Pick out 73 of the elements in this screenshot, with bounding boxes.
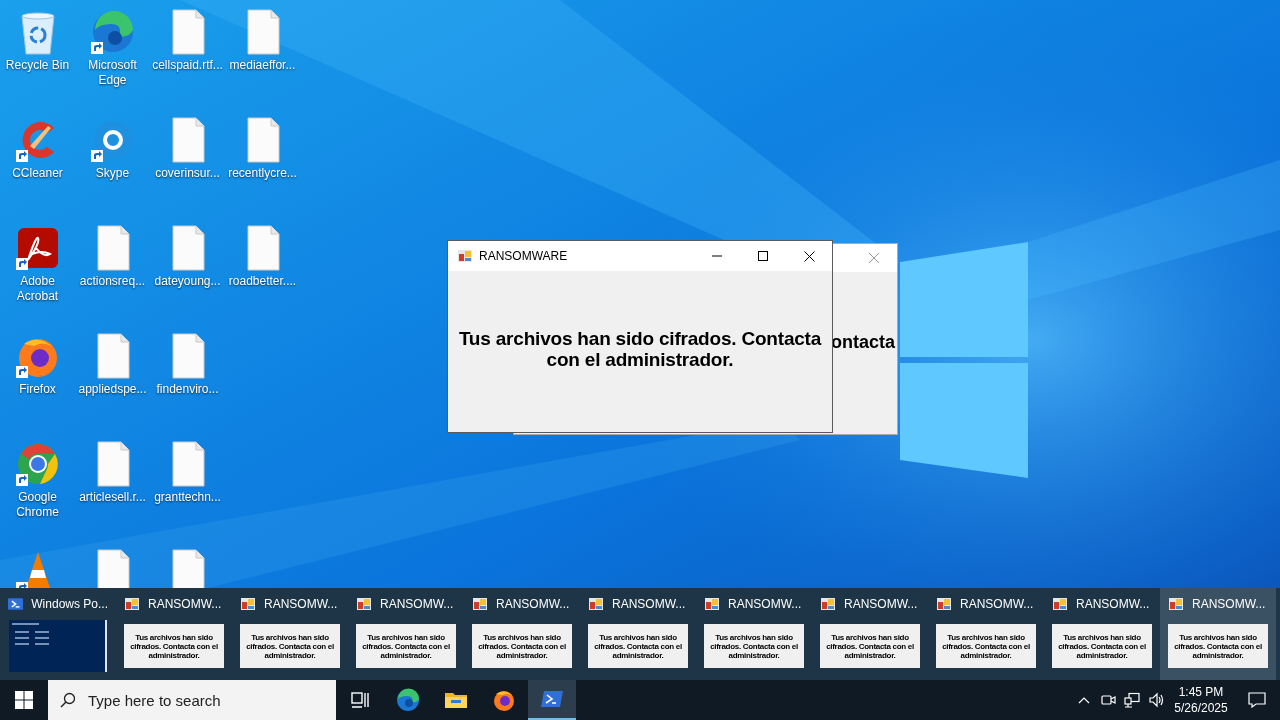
chevron-up-icon[interactable] xyxy=(1078,696,1090,704)
thumbnail-title[interactable]: RANSOMW... xyxy=(496,595,570,613)
app-icon xyxy=(704,596,720,612)
icon-label[interactable]: roadbetter.... xyxy=(226,274,299,289)
taskbar-button[interactable] xyxy=(528,680,576,720)
thumbnail-text: Tus archivos han sido cifrados. Contacta con el administrador. xyxy=(245,632,335,660)
thumbnail-text: Tus archivos han sido cifrados. Contacta con el administrador. xyxy=(593,632,683,660)
camera-icon[interactable] xyxy=(1100,692,1116,708)
search-field[interactable]: Type here to search xyxy=(48,680,336,720)
thumbnail-title[interactable]: Windows Po... xyxy=(31,595,108,613)
app-icon xyxy=(124,596,140,612)
window-thumbnail[interactable] xyxy=(9,620,107,672)
thumbnail-text: Tus archivos han sido cifrados. Contacta con el administrador. xyxy=(941,632,1031,660)
thumbnail-title[interactable]: RANSOMW... xyxy=(380,595,454,613)
clock-time[interactable]: 1:45 PM xyxy=(1178,684,1224,700)
thumbnail-text: Tus archivos han sido cifrados. Contacta con el administrador. xyxy=(129,632,219,660)
app-icon xyxy=(1168,596,1184,612)
minimize-icon xyxy=(712,255,722,257)
thumbnail-title[interactable]: RANSOMW... xyxy=(612,595,686,613)
thumbnail-text: Tus archivos han sido cifrados. Contacta con el administrador. xyxy=(1173,632,1263,660)
window-thumbnail[interactable]: Tus archivos han sido cifrados. Contacta con el administrador. xyxy=(588,624,688,668)
thumbnail-title[interactable]: RANSOMW... xyxy=(728,595,802,613)
window-thumbnail[interactable]: Tus archivos han sido cifrados. Contacta con el administrador. xyxy=(936,624,1036,668)
icon-label[interactable]: Firefox xyxy=(1,382,74,397)
thumbnail-title[interactable]: RANSOMW... xyxy=(1076,595,1150,613)
thumbnail-text: Tus archivos han sido cifrados. Contacta con el administrador. xyxy=(825,632,915,660)
window-thumbnail[interactable]: Tus archivos han sido cifrados. Contacta con el administrador. xyxy=(240,624,340,668)
icon-label[interactable]: findenviro... xyxy=(151,382,224,397)
window-thumbnail[interactable]: Tus archivos han sido cifrados. Contacta con el administrador. xyxy=(820,624,920,668)
close-icon xyxy=(868,252,880,264)
volume-icon[interactable] xyxy=(1148,692,1164,708)
window-thumbnail[interactable]: Tus archivos han sido cifrados. Contacta con el administrador. xyxy=(1168,624,1268,668)
window-thumbnail[interactable]: Tus archivos han sido cifrados. Contacta con el administrador. xyxy=(124,624,224,668)
window-thumbnail[interactable]: Tus archivos han sido cifrados. Contacta con el administrador. xyxy=(704,624,804,668)
terminal-icon xyxy=(8,596,24,612)
app-icon xyxy=(457,248,473,264)
window-thumbnail[interactable]: Tus archivos han sido cifrados. Contacta con el administrador. xyxy=(356,624,456,668)
windows-logo-icon xyxy=(15,691,33,709)
window-title: RANSOMWARE xyxy=(479,248,569,265)
browser-icon xyxy=(396,688,420,712)
app-icon xyxy=(820,596,836,612)
thumbnail-title[interactable]: RANSOMW... xyxy=(844,595,918,613)
clock-date[interactable]: 5/26/2025 xyxy=(1174,700,1228,716)
maximize-icon xyxy=(758,251,768,261)
thumbnail-text: Tus archivos han sido cifrados. Contacta con el administrador. xyxy=(477,632,567,660)
app-icon xyxy=(588,596,604,612)
window-thumbnail[interactable]: Tus archivos han sido cifrados. Contacta con el administrador. xyxy=(472,624,572,668)
icon-label[interactable]: appliedspe... xyxy=(76,382,149,397)
app-icon xyxy=(240,596,256,612)
message-text: Tus archivos han sido cifrados. Contacta con el administrador. xyxy=(457,328,823,370)
app-icon xyxy=(472,596,488,612)
thumbnail-text: Tus archivos han sido cifrados. Contacta con el administrador. xyxy=(1057,632,1147,660)
icon-label[interactable]: dateyoung... xyxy=(151,274,224,289)
window-thumbnail[interactable]: Tus archivos han sido cifrados. Contacta con el administrador. xyxy=(1052,624,1152,668)
app-icon xyxy=(356,596,372,612)
message-text: ontacta xyxy=(831,332,895,353)
icon-label[interactable]: granttechn... xyxy=(151,490,224,505)
thumbnail-title[interactable]: RANSOMW... xyxy=(1192,595,1266,613)
thumbnail-title[interactable]: RANSOMW... xyxy=(960,595,1034,613)
thumbnail-title[interactable]: RANSOMW... xyxy=(264,595,338,613)
thumbnail-text: Tus archivos han sido cifrados. Contacta con el administrador. xyxy=(709,632,799,660)
notification-icon[interactable] xyxy=(1248,692,1266,708)
app-icon xyxy=(936,596,952,612)
thumbnail-text: Tus archivos han sido cifrados. Contacta con el administrador. xyxy=(361,632,451,660)
search-icon xyxy=(60,692,76,708)
icon-label[interactable]: Google Chrome xyxy=(1,490,74,520)
close-icon xyxy=(803,250,815,262)
firefox-icon xyxy=(492,688,516,712)
thumbnail-tile[interactable]: RANSOMW... Tus archivos han sido cifrados. Contacta con el administrador. xyxy=(1160,588,1276,680)
icon-label[interactable]: articlesell.r... xyxy=(76,490,149,505)
thumbnail-title[interactable]: RANSOMW... xyxy=(148,595,222,613)
app-icon xyxy=(1052,596,1068,612)
network-icon[interactable] xyxy=(1124,692,1140,708)
